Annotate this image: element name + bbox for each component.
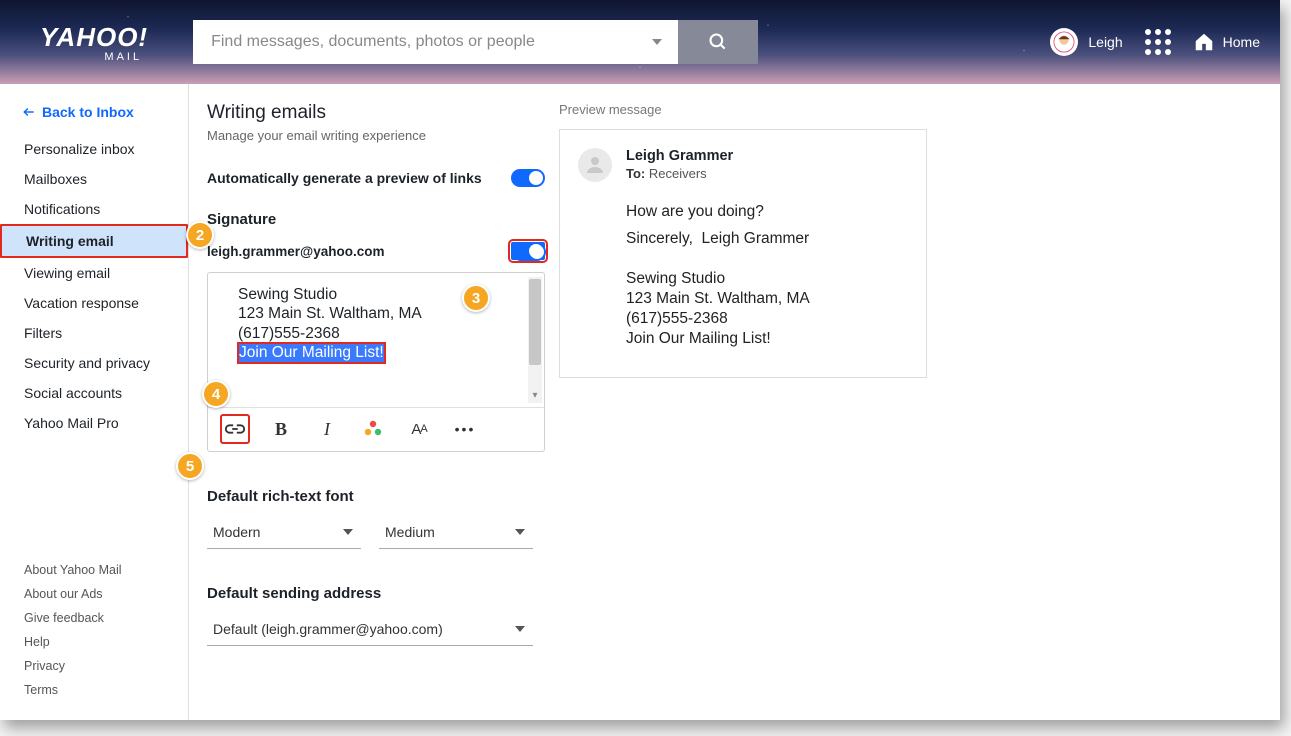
home-icon (1193, 31, 1215, 53)
signature-textarea[interactable]: Sewing Studio 123 Main St. Waltham, MA (… (208, 273, 544, 407)
preview-to: To: Receivers (626, 166, 733, 181)
search-button[interactable] (678, 20, 758, 64)
signature-heading: Signature (207, 211, 545, 228)
footer-link[interactable]: Give feedback (24, 606, 188, 630)
signature-toggle[interactable] (511, 242, 545, 260)
preview-from: Leigh Grammer (626, 148, 733, 164)
text-color-button[interactable] (360, 416, 386, 442)
footer-link[interactable]: Privacy (24, 654, 188, 678)
font-section-heading: Default rich-text font (207, 488, 545, 505)
bold-button[interactable]: B (268, 416, 294, 442)
search-bar (193, 20, 758, 64)
sidebar-item-writing-email[interactable]: Writing email (0, 224, 188, 258)
settings-panel: Writing emails Manage your email writing… (189, 84, 559, 720)
sidebar-item-pro[interactable]: Yahoo Mail Pro (0, 408, 188, 438)
scrollbar[interactable]: ▾ (528, 277, 542, 403)
sidebar-footer: About Yahoo Mail About our Ads Give feed… (0, 558, 188, 720)
page-subtitle: Manage your email writing experience (207, 128, 545, 143)
sidebar-item-mailboxes[interactable]: Mailboxes (0, 164, 188, 194)
page-title: Writing emails (207, 102, 545, 124)
footer-link[interactable]: Help (24, 630, 188, 654)
preview-label: Preview message (559, 102, 927, 117)
link-icon (224, 422, 246, 436)
home-label: Home (1223, 34, 1260, 50)
preview-body: How are you doing? Sincerely, Leigh Gram… (626, 200, 906, 349)
footer-link[interactable]: About Yahoo Mail (24, 558, 188, 582)
callout-badge-4: 4 (202, 380, 230, 408)
font-face-select[interactable]: Modern (207, 517, 361, 549)
callout-badge-3: 3 (462, 284, 490, 312)
signature-line: (617)555-2368 (238, 324, 516, 343)
preview-panel: Preview message Leigh Grammer To: Receiv… (559, 84, 927, 720)
callout-badge-2: 2 (186, 221, 214, 249)
callout-badge-5: 5 (176, 452, 204, 480)
user-name: Leigh (1088, 34, 1122, 50)
sidebar-item-viewing-email[interactable]: Viewing email (0, 258, 188, 288)
italic-button[interactable]: I (314, 416, 340, 442)
font-size-button[interactable]: AA (406, 416, 432, 442)
sidebar-item-notifications[interactable]: Notifications (0, 194, 188, 224)
avatar (1050, 28, 1078, 56)
sending-address-heading: Default sending address (207, 585, 545, 602)
signature-account-email: leigh.grammer@yahoo.com (207, 244, 511, 259)
arrow-left-icon (22, 105, 36, 119)
signature-selected-text[interactable]: Join Our Mailing List! (238, 343, 385, 362)
font-size-select[interactable]: Medium (379, 517, 533, 549)
account-menu[interactable]: Leigh (1050, 28, 1122, 56)
search-input[interactable] (193, 20, 678, 64)
color-dots-icon (363, 420, 383, 438)
scrollbar-thumb[interactable] (529, 279, 541, 365)
sending-address-select[interactable]: Default (leigh.grammer@yahoo.com) (207, 614, 533, 646)
chevron-down-icon[interactable]: ▾ (528, 389, 542, 403)
auto-preview-toggle[interactable] (511, 169, 545, 187)
insert-link-button[interactable] (222, 416, 248, 442)
apps-grid-icon[interactable] (1145, 29, 1171, 55)
avatar-placeholder (578, 148, 612, 182)
sidebar-item-filters[interactable]: Filters (0, 318, 188, 348)
auto-preview-label: Automatically generate a preview of link… (207, 170, 511, 186)
person-icon (583, 153, 607, 177)
search-icon (708, 32, 728, 52)
sidebar-item-vacation[interactable]: Vacation response (0, 288, 188, 318)
sidebar-item-security[interactable]: Security and privacy (0, 348, 188, 378)
footer-link[interactable]: About our Ads (24, 582, 188, 606)
app-header: YAHOO MAIL Leigh Home (0, 0, 1280, 84)
sidebar-item-personalize[interactable]: Personalize inbox (0, 134, 188, 164)
signature-editor: Sewing Studio 123 Main St. Waltham, MA (… (207, 272, 545, 452)
footer-link[interactable]: Terms (24, 678, 188, 702)
more-button[interactable]: ••• (452, 416, 478, 442)
preview-message-card: Leigh Grammer To: Receivers How are you … (559, 129, 927, 378)
home-button[interactable]: Home (1193, 31, 1260, 53)
signature-toolbar: B I AA ••• (208, 407, 544, 451)
sidebar-item-social[interactable]: Social accounts (0, 378, 188, 408)
back-to-inbox-link[interactable]: Back to Inbox (0, 104, 188, 134)
yahoo-mail-logo[interactable]: YAHOO MAIL (40, 22, 148, 63)
settings-sidebar: Back to Inbox Personalize inbox Mailboxe… (0, 84, 189, 720)
